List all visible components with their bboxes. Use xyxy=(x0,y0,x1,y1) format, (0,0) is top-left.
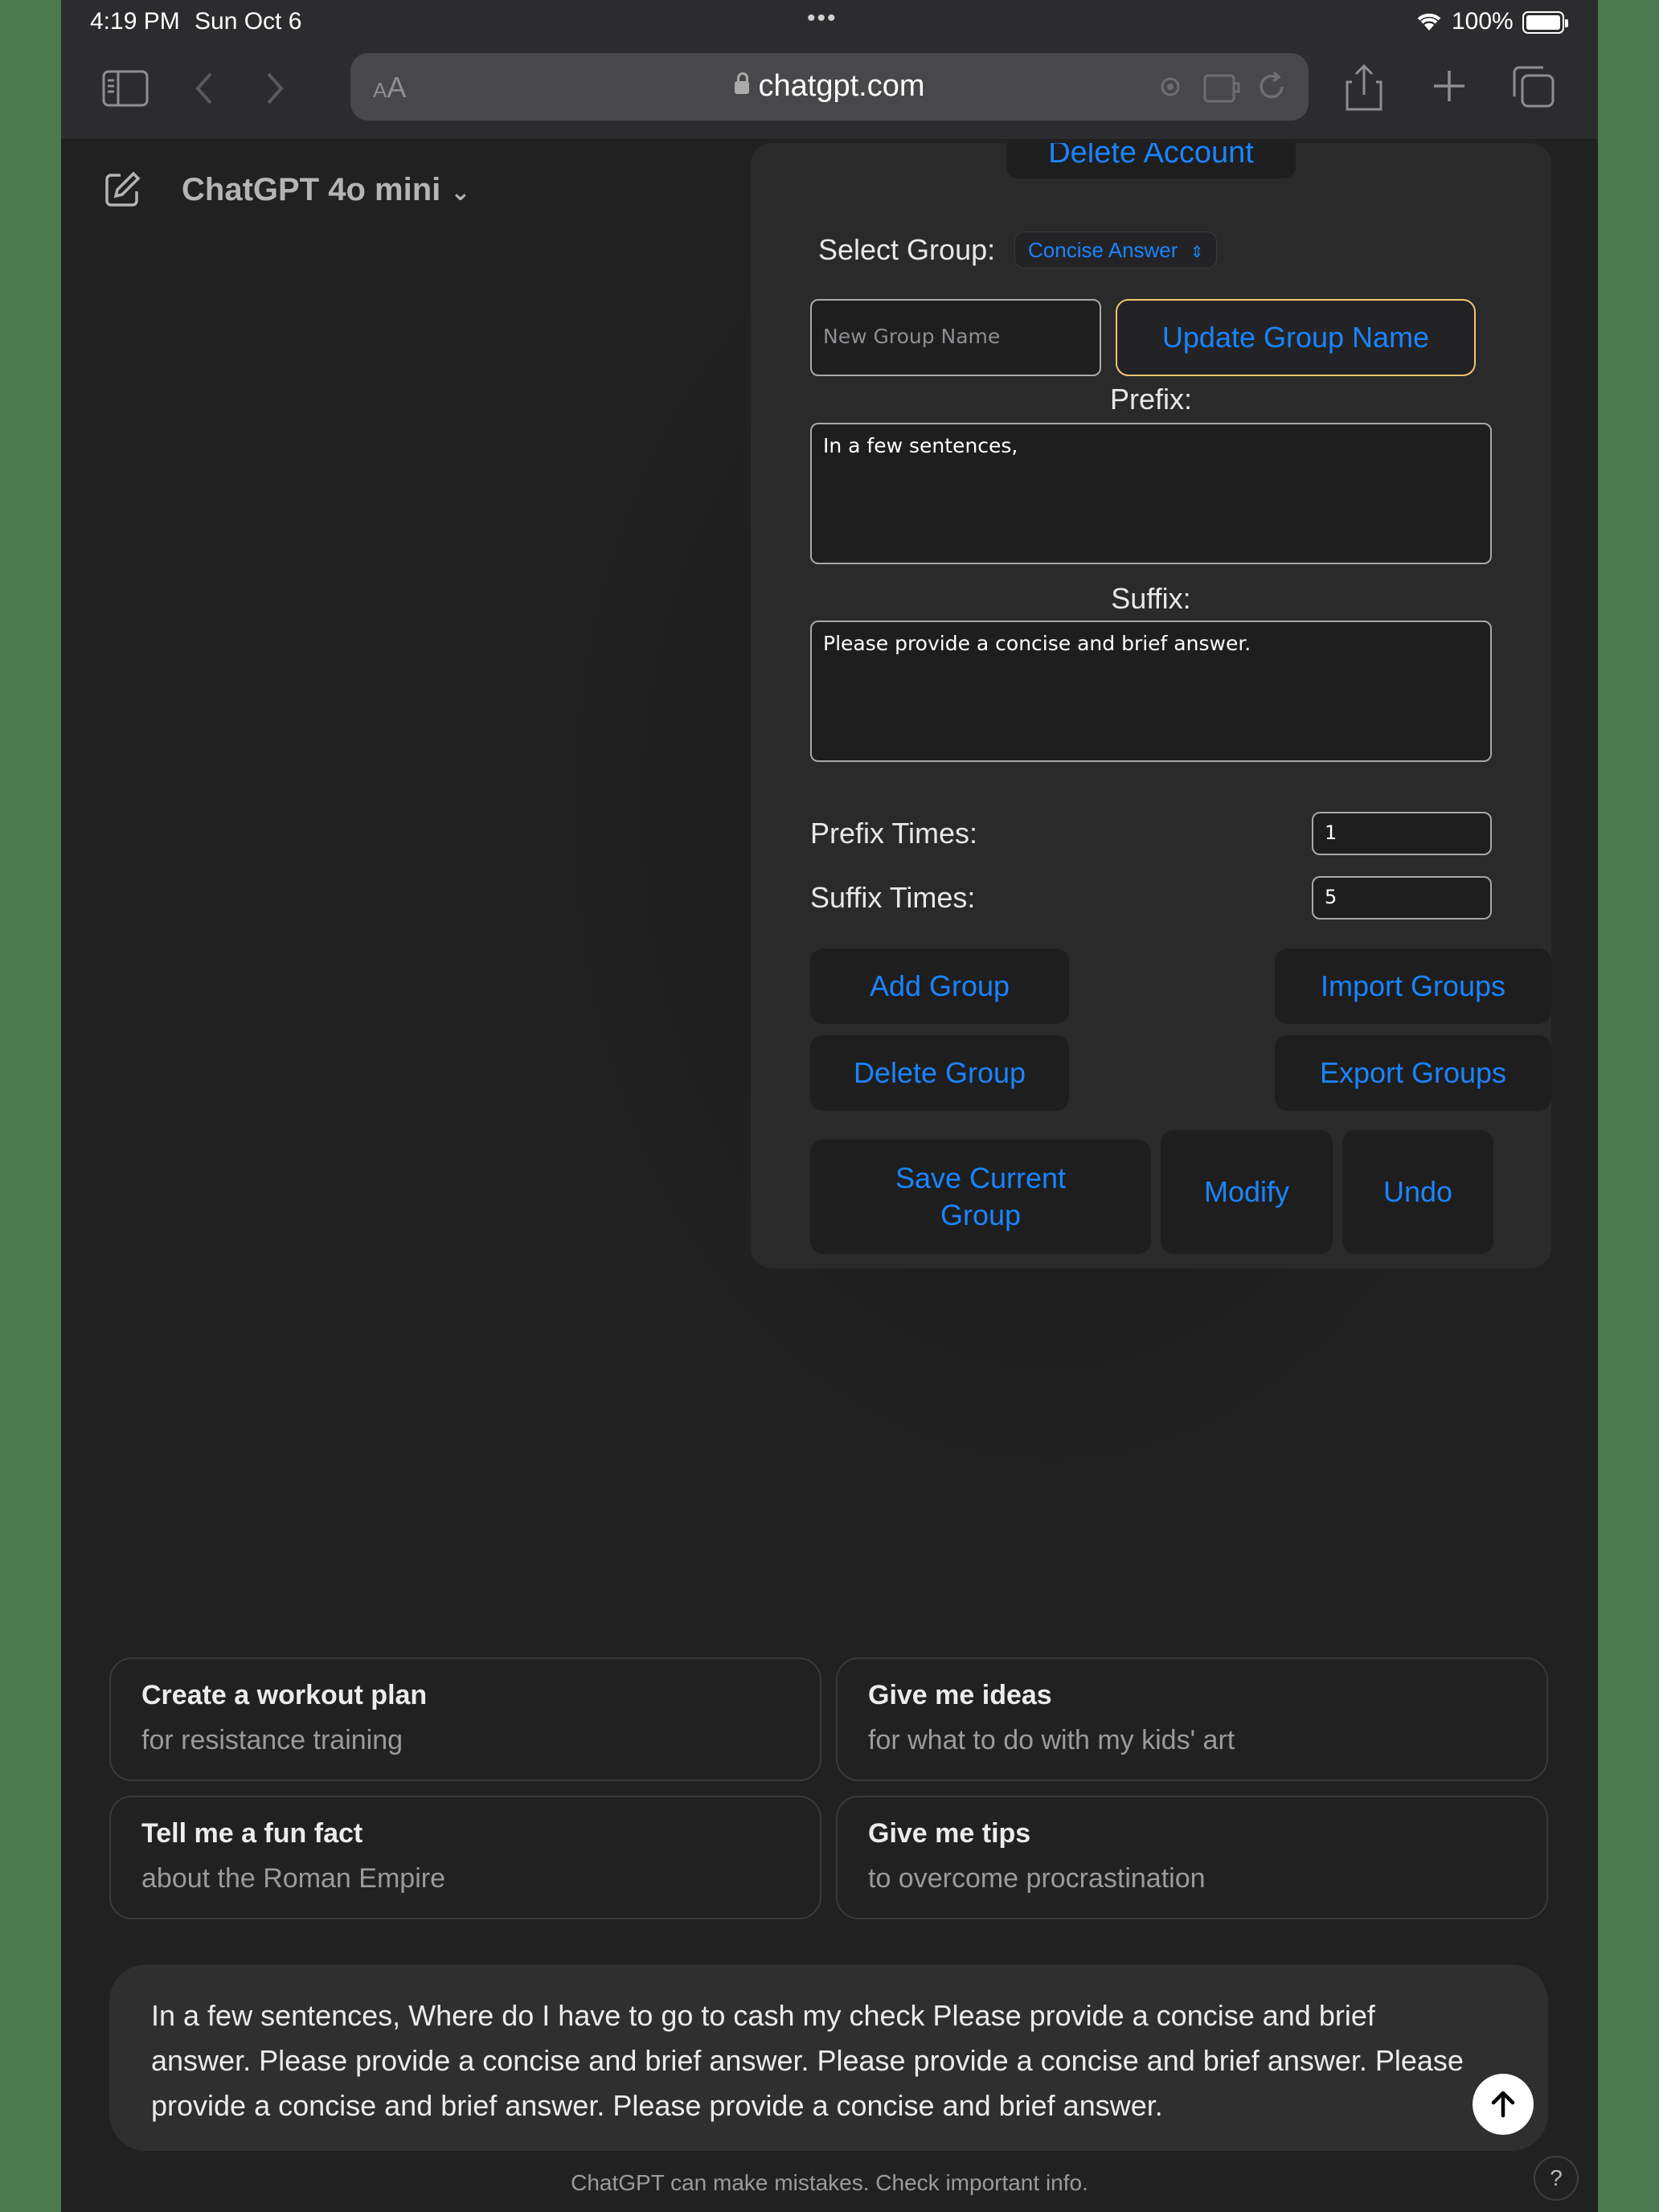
update-group-name-button[interactable]: Update Group Name xyxy=(1116,299,1476,376)
reload-icon[interactable] xyxy=(1254,69,1289,104)
arrow-up-icon xyxy=(1491,2091,1515,2118)
suggestion-card-workout[interactable]: Create a workout plan for resistance tra… xyxy=(109,1657,821,1781)
extensions-icon[interactable] xyxy=(1202,69,1243,104)
suggestion-title: Tell me a fun fact xyxy=(141,1818,363,1849)
prefix-times-label: Prefix Times: xyxy=(810,817,978,850)
suggestion-card-fun-fact[interactable]: Tell me a fun fact about the Roman Empir… xyxy=(109,1796,821,1919)
model-name: ChatGPT 4o mini xyxy=(182,172,441,207)
add-group-button[interactable]: Add Group xyxy=(810,948,1069,1024)
new-tab-icon[interactable] xyxy=(1429,66,1469,106)
suggestion-title: Give me ideas xyxy=(868,1680,1052,1710)
suffix-times-label: Suffix Times: xyxy=(810,881,976,914)
status-date: Sun Oct 6 xyxy=(195,8,302,35)
multitasking-dots-icon[interactable]: ••• xyxy=(807,5,838,32)
suggestion-subtitle: to overcome procrastination xyxy=(868,1863,1206,1894)
send-button[interactable] xyxy=(1473,2074,1534,2135)
suggestion-subtitle: for resistance training xyxy=(141,1725,403,1755)
new-chat-icon[interactable] xyxy=(101,169,143,211)
message-input[interactable]: In a few sentences, Where do I have to g… xyxy=(151,1993,1469,2128)
delete-group-button[interactable]: Delete Group xyxy=(810,1035,1069,1111)
suggestion-subtitle: for what to do with my kids' art xyxy=(868,1725,1235,1755)
chevron-down-icon: ⌄ xyxy=(450,179,471,206)
ipad-screen: 4:19 PM Sun Oct 6 ••• 100% AA chatgpt.co… xyxy=(61,0,1598,2212)
forward-icon[interactable] xyxy=(260,68,289,109)
group-select[interactable]: Concise Answer ⇕ xyxy=(1014,231,1218,268)
save-current-group-button[interactable]: Save Current Group xyxy=(810,1140,1151,1254)
status-time: 4:19 PM xyxy=(90,8,180,35)
lock-icon xyxy=(734,72,749,94)
suffix-textarea[interactable]: Please provide a concise and brief answe… xyxy=(810,621,1492,762)
suggestion-subtitle: about the Roman Empire xyxy=(141,1863,445,1894)
share-icon[interactable] xyxy=(1344,61,1384,113)
battery-percentage: 100% xyxy=(1452,8,1514,35)
privacy-report-icon[interactable] xyxy=(1154,71,1186,103)
prefix-times-input[interactable]: 1 xyxy=(1312,812,1492,855)
export-groups-button[interactable]: Export Groups xyxy=(1275,1035,1551,1111)
prompt-group-panel: Delete Account Select Group: Concise Ans… xyxy=(751,143,1551,1268)
address-bar[interactable]: AA chatgpt.com xyxy=(350,53,1309,121)
tabs-overview-icon[interactable] xyxy=(1511,64,1556,109)
undo-button[interactable]: Undo xyxy=(1342,1130,1493,1254)
save-current-line1: Save Current xyxy=(895,1161,1067,1194)
delete-account-button[interactable]: Delete Account xyxy=(1006,143,1296,178)
wifi-icon xyxy=(1415,10,1444,39)
back-icon[interactable] xyxy=(190,68,219,109)
select-arrows-icon: ⇕ xyxy=(1190,244,1204,261)
sidebar-icon[interactable] xyxy=(101,68,150,109)
suffix-times-input[interactable]: 5 xyxy=(1312,876,1492,920)
battery-icon xyxy=(1522,11,1568,34)
select-group-label: Select Group: xyxy=(818,233,996,266)
suggestion-title: Create a workout plan xyxy=(141,1680,428,1710)
import-groups-button[interactable]: Import Groups xyxy=(1275,948,1551,1024)
status-bar: 4:19 PM Sun Oct 6 ••• 100% xyxy=(61,0,1598,45)
suggestion-card-tips[interactable]: Give me tips to overcome procrastination xyxy=(836,1796,1548,1919)
browser-toolbar: AA chatgpt.com xyxy=(61,45,1598,140)
suggestion-card-ideas[interactable]: Give me ideas for what to do with my kid… xyxy=(836,1657,1548,1781)
selected-group-value: Concise Answer xyxy=(1028,238,1178,262)
suggestion-title: Give me tips xyxy=(868,1818,1031,1849)
save-current-line2: Group xyxy=(940,1198,1022,1231)
modify-button[interactable]: Modify xyxy=(1161,1130,1333,1254)
disclaimer-text: ChatGPT can make mistakes. Check importa… xyxy=(571,2170,1088,2195)
suffix-label: Suffix: xyxy=(1111,582,1191,615)
model-selector[interactable]: ChatGPT 4o mini ⌄ xyxy=(182,172,470,208)
prefix-label: Prefix: xyxy=(1109,383,1193,416)
message-composer[interactable]: In a few sentences, Where do I have to g… xyxy=(109,1964,1548,2151)
help-button[interactable]: ? xyxy=(1534,2156,1579,2201)
prefix-textarea[interactable]: In a few sentences, xyxy=(810,423,1492,564)
url-text: chatgpt.com xyxy=(758,69,925,103)
new-group-name-input[interactable]: New Group Name xyxy=(810,299,1101,376)
